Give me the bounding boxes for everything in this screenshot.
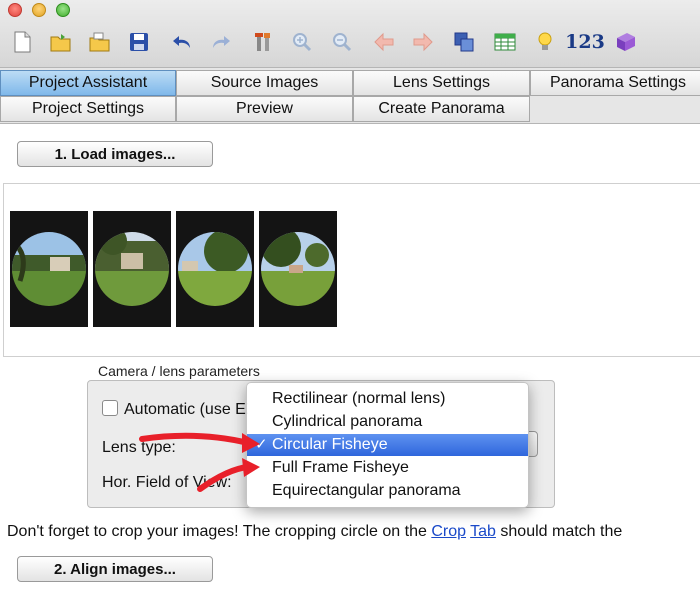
checkmark-icon: ✓: [255, 436, 268, 453]
undo-icon[interactable]: [170, 30, 194, 54]
camera-lens-group-label: Camera / lens parameters: [98, 363, 260, 379]
tools-icon[interactable]: [251, 30, 275, 54]
align-images-button[interactable]: 2. Align images...: [17, 556, 213, 582]
tab-divider: [0, 123, 700, 124]
open-recent-icon[interactable]: [88, 30, 112, 54]
menu-item-label: Rectilinear (normal lens): [272, 390, 446, 407]
redo-icon[interactable]: [209, 30, 233, 54]
automatic-exif-checkbox[interactable]: [102, 400, 118, 416]
help-book-icon[interactable]: [614, 30, 638, 54]
tab-lens-settings[interactable]: Lens Settings: [353, 70, 530, 96]
tab-preview[interactable]: Preview: [176, 96, 353, 122]
close-window-icon[interactable]: [8, 3, 22, 17]
window-toolbar: 123: [0, 0, 700, 68]
tab-create-panorama[interactable]: Create Panorama: [353, 96, 530, 122]
menu-item-circular-fisheye[interactable]: ✓ Circular Fisheye: [247, 434, 528, 456]
table-icon[interactable]: [493, 30, 517, 54]
automatic-exif-label: Automatic (use EXIF data when available): [124, 401, 248, 418]
load-images-button[interactable]: 1. Load images...: [17, 141, 213, 167]
crop-reminder-text: Don't forget to crop your images! The cr…: [7, 523, 432, 540]
tab-project-settings[interactable]: Project Settings: [0, 96, 176, 122]
minimize-window-icon[interactable]: [32, 3, 46, 17]
fisheye-thumbnail[interactable]: [176, 211, 254, 327]
menu-item-cylindrical[interactable]: Cylindrical panorama: [247, 411, 528, 433]
crop-reminder-text-end: should match the: [495, 523, 623, 540]
menu-item-full-frame-fisheye[interactable]: Full Frame Fisheye: [247, 457, 528, 479]
fisheye-thumbnail[interactable]: [259, 211, 337, 327]
copy-icon[interactable]: [452, 30, 476, 54]
menu-item-label: Cylindrical panorama: [272, 413, 423, 430]
lens-type-label: Lens type:: [102, 439, 176, 456]
open-folder-icon[interactable]: [49, 30, 73, 54]
light-bulb-icon[interactable]: [533, 30, 557, 54]
next-icon[interactable]: [411, 30, 435, 54]
numbers-icon[interactable]: 123: [565, 30, 605, 54]
tab-link[interactable]: Tab: [470, 523, 496, 540]
fisheye-thumbnail[interactable]: [93, 211, 171, 327]
hfov-label: Hor. Field of View:: [102, 474, 232, 491]
tab-source-images[interactable]: Source Images: [176, 70, 353, 96]
new-file-icon[interactable]: [10, 30, 34, 54]
tab-panorama-settings[interactable]: Panorama Settings: [530, 70, 700, 96]
crop-reminder: Don't forget to crop your images! The cr…: [7, 523, 700, 541]
menu-item-label: Full Frame Fisheye: [272, 459, 409, 476]
menu-item-label: Equirectangular panorama: [272, 482, 461, 499]
image-thumbnail-panel: [3, 183, 700, 357]
menu-item-equirectangular[interactable]: Equirectangular panorama: [247, 480, 528, 502]
zoom-in-icon[interactable]: [290, 30, 314, 54]
tab-bar: Project Assistant Source Images Lens Set…: [0, 68, 700, 124]
lens-type-menu: Rectilinear (normal lens) Cylindrical pa…: [246, 382, 529, 508]
previous-icon[interactable]: [372, 30, 396, 54]
zoom-out-icon[interactable]: [330, 30, 354, 54]
zoom-window-icon[interactable]: [56, 3, 70, 17]
menu-item-rectilinear[interactable]: Rectilinear (normal lens): [247, 388, 528, 410]
fisheye-thumbnail[interactable]: [10, 211, 88, 327]
crop-link[interactable]: Crop: [431, 523, 466, 540]
menu-item-label: Circular Fisheye: [272, 436, 388, 453]
tab-project-assistant[interactable]: Project Assistant: [0, 70, 176, 96]
save-icon[interactable]: [127, 30, 151, 54]
